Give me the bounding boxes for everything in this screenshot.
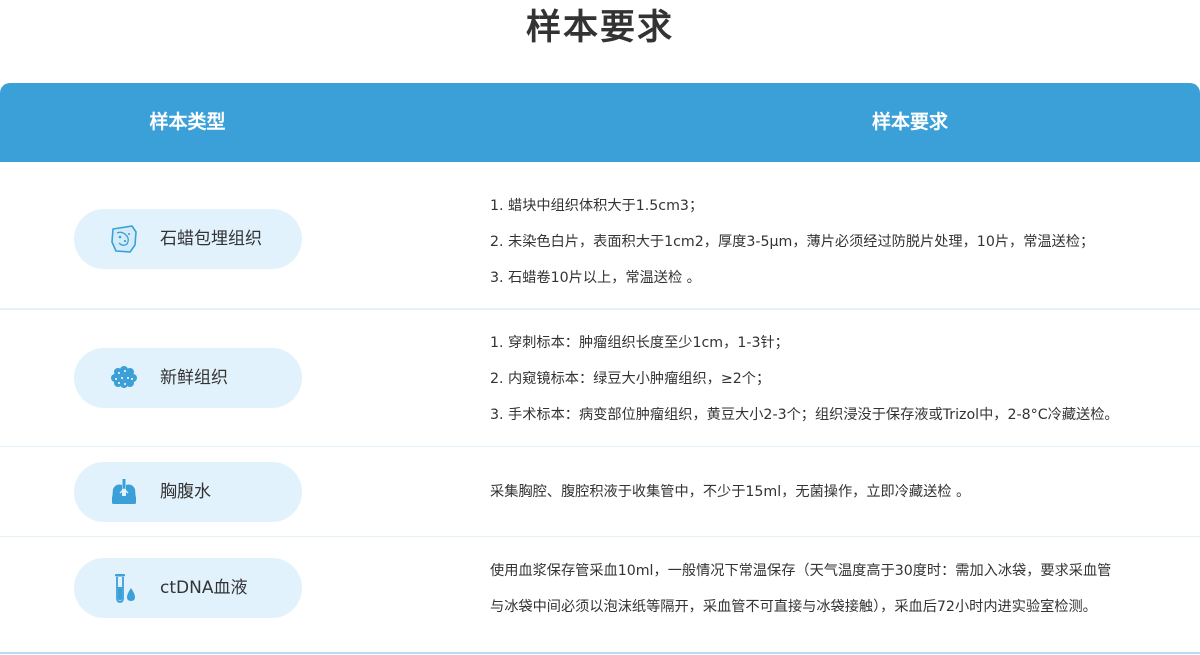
- requirement-text-paraffin: 1. 蜡块中组织体积大于1.5cm3； 2. 未染色白片，表面积大于1cm2，厚…: [490, 188, 1200, 296]
- requirement-line: 采集胸腔、腹腔积液于收集管中，不少于15ml，无菌操作，立即冷藏送检 。: [490, 484, 971, 500]
- requirement-line: 3. 石蜡卷10片以上，常温送检 。: [490, 270, 701, 286]
- table-header: 样本类型 样本要求: [0, 83, 1200, 162]
- blood-tube-icon: [115, 574, 135, 603]
- fresh-tissue-icon: [111, 366, 137, 388]
- requirement-line: 3. 手术标本：病变部位肿瘤组织，黄豆大小2-3个；组织浸没于保存液或Trizo…: [490, 407, 1119, 423]
- requirement-line: 1. 蜡块中组织体积大于1.5cm3；: [490, 198, 704, 214]
- requirement-line: 2. 内窥镜标本：绿豆大小肿瘤组织，≥2个；: [490, 371, 771, 387]
- requirement-line: 使用血浆保存管采血10ml，一般情况下常温保存（天气温度高于30度时：需加入冰袋…: [490, 563, 1112, 579]
- paraffin-tissue-icon: [111, 225, 137, 253]
- sample-type-pill: 石蜡包埋组织: [74, 209, 302, 269]
- sample-type-pill: 新鲜组织: [74, 348, 302, 408]
- lungs-icon: [112, 479, 136, 504]
- sample-type-label: 石蜡包埋组织: [160, 229, 262, 249]
- requirement-text-fresh: 1. 穿刺标本：肿瘤组织长度至少1cm，1-3针； 2. 内窥镜标本：绿豆大小肿…: [490, 325, 1200, 433]
- sample-type-pill: ctDNA血液: [74, 558, 302, 618]
- sample-type-label: ctDNA血液: [160, 578, 248, 598]
- sample-type-pill: 胸腹水: [74, 462, 302, 522]
- sample-type-label: 新鲜组织: [160, 368, 228, 388]
- requirement-line: 与冰袋中间必须以泡沫纸等隔开，采血管不可直接与冰袋接触），采血后72小时内进实验…: [490, 599, 1097, 615]
- requirement-line: 1. 穿刺标本：肿瘤组织长度至少1cm，1-3针；: [490, 335, 789, 351]
- requirement-line: 2. 未染色白片，表面积大于1cm2，厚度3-5μm，薄片必须经过防脱片处理，1…: [490, 234, 1095, 250]
- column-header-requirement: 样本要求: [871, 111, 948, 133]
- sample-type-label: 胸腹水: [160, 482, 211, 502]
- requirement-text-ctdna: 使用血浆保存管采血10ml，一般情况下常温保存（天气温度高于30度时：需加入冰袋…: [490, 553, 1200, 625]
- page-title: 样本要求: [525, 8, 674, 48]
- requirement-text-ascites: 采集胸腔、腹腔积液于收集管中，不少于15ml，无菌操作，立即冷藏送检 。: [490, 474, 1200, 510]
- column-header-sample-type: 样本类型: [149, 111, 226, 133]
